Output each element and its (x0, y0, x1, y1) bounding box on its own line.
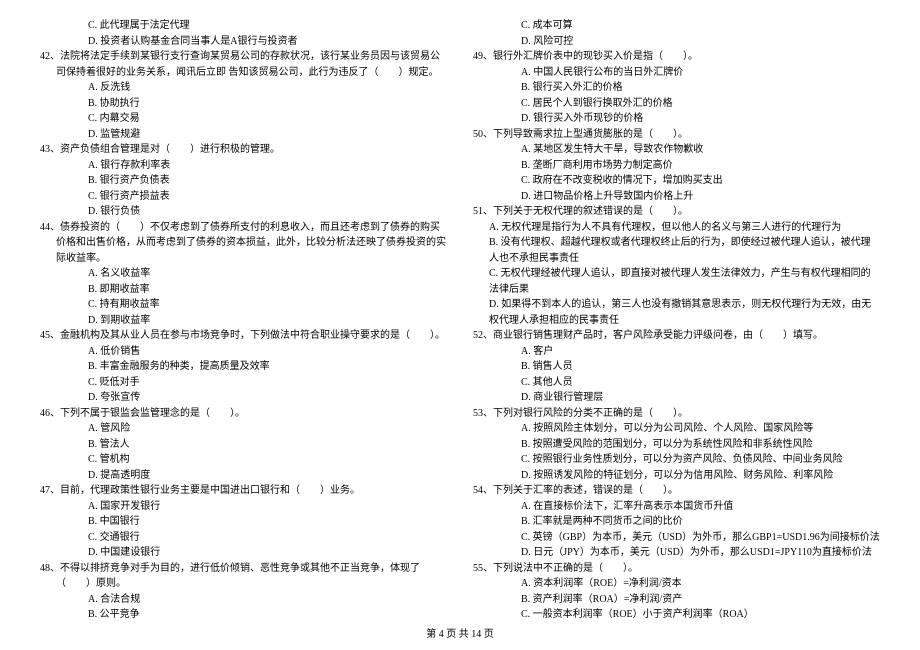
q45-option-c: C. 贬低对手 (40, 375, 447, 391)
q50-option-b: B. 垄断厂商利用市场势力制定高价 (473, 158, 880, 174)
q47-option-d: D. 中国建设银行 (40, 545, 447, 561)
q51-option-a: A. 无权代理是指行为人不具有代理权，但以他人的名义与第三人进行的代理行为 (473, 220, 880, 236)
q48-option-c: C. 成本可算 (473, 18, 880, 34)
q55-text: 55、下列说法中不正确的是（ ）。 (473, 561, 880, 577)
q53-option-a: A. 按照风险主体划分，可以分为公司风险、个人风险、国家风险等 (473, 421, 880, 437)
q52-option-b: B. 销售人员 (473, 359, 880, 375)
q50-option-d: D. 进口物品价格上升导致国内价格上升 (473, 189, 880, 205)
q44-option-b: B. 即期收益率 (40, 282, 447, 298)
q42-option-b: B. 协助执行 (40, 96, 447, 112)
q43-option-d: D. 银行负债 (40, 204, 447, 220)
two-column-layout: C. 此代理属于法定代理 D. 投资者认购基金合同当事人是A银行与投资者 42、… (40, 18, 880, 623)
q48-option-a: A. 合法合规 (40, 592, 447, 608)
q46-option-d: D. 提高透明度 (40, 468, 447, 484)
q45-text: 45、金融机构及其从业人员在参与市场竞争时，下列做法中符合职业操守要求的是（ ）… (40, 328, 447, 344)
q53-text: 53、下列对银行风险的分类不正确的是（ ）。 (473, 406, 880, 422)
q42-option-c: C. 内幕交易 (40, 111, 447, 127)
q49-option-c: C. 居民个人到银行换取外汇的价格 (473, 96, 880, 112)
q55-option-a: A. 资本利润率（ROE）=净利润/资本 (473, 576, 880, 592)
q48-option-b: B. 公平竞争 (40, 607, 447, 623)
q47-text: 47、目前，代理政策性银行业务主要是中国进出口银行和（ ）业务。 (40, 483, 447, 499)
q51-option-b: B. 没有代理权、超越代理权或者代理权终止后的行为，即使经过被代理人追认，被代理… (473, 235, 880, 266)
q41-option-c: C. 此代理属于法定代理 (40, 18, 447, 34)
left-column: C. 此代理属于法定代理 D. 投资者认购基金合同当事人是A银行与投资者 42、… (40, 18, 447, 623)
q54-text: 54、下列关于汇率的表述，错误的是（ ）。 (473, 483, 880, 499)
right-column: C. 成本可算 D. 风险可控 49、银行外汇牌价表中的现钞买入价是指（ ）。 … (473, 18, 880, 623)
q47-option-b: B. 中国银行 (40, 514, 447, 530)
q54-option-a: A. 在直接标价法下，汇率升高表示本国货币升值 (473, 499, 880, 515)
q49-text: 49、银行外汇牌价表中的现钞买入价是指（ ）。 (473, 49, 880, 65)
q49-option-d: D. 银行买入外币现钞的价格 (473, 111, 880, 127)
q48-option-d: D. 风险可控 (473, 34, 880, 50)
q52-option-c: C. 其他人员 (473, 375, 880, 391)
q42-option-a: A. 反洗钱 (40, 80, 447, 96)
q43-option-a: A. 银行存款利率表 (40, 158, 447, 174)
q51-text: 51、下列关于无权代理的叙述错误的是（ ）。 (473, 204, 880, 220)
q54-option-c: C. 英镑（GBP）为本币，美元（USD）为外币，那么GBP1=USD1.96为… (473, 530, 880, 546)
q54-option-d: D. 日元（JPY）为本币，美元（USD）为外币，那么USD1=JPY110为直… (473, 545, 880, 561)
q50-option-c: C. 政府在不改变税收的情况下，增加购买支出 (473, 173, 880, 189)
q44-option-a: A. 名义收益率 (40, 266, 447, 282)
q43-option-b: B. 银行资产负债表 (40, 173, 447, 189)
q53-option-b: B. 按照遭受风险的范围划分，可以分为系统性风险和非系统性风险 (473, 437, 880, 453)
q52-option-a: A. 客户 (473, 344, 880, 360)
q50-option-a: A. 某地区发生特大干旱，导致农作物歉收 (473, 142, 880, 158)
q46-option-c: C. 管机构 (40, 452, 447, 468)
q45-option-a: A. 低价销售 (40, 344, 447, 360)
q46-option-a: A. 管风险 (40, 421, 447, 437)
q46-option-b: B. 管法人 (40, 437, 447, 453)
q44-option-c: C. 持有期收益率 (40, 297, 447, 313)
q51-option-d: D. 如果得不到本人的追认，第三人也没有撤销其意思表示，则无权代理行为无效，由无… (473, 297, 880, 328)
q47-option-a: A. 国家开发银行 (40, 499, 447, 515)
q46-text: 46、下列不属于银监会监管理念的是（ ）。 (40, 406, 447, 422)
q44-text: 44、债券投资的（ ）不仅考虑到了债券所支付的利息收入，而且还考虑到了债券的购买… (40, 220, 447, 267)
q42-text: 42、法院将法定手续到某银行支行查询某贸易公司的存款状况，该行某业务员因与该贸易… (40, 49, 447, 80)
q43-text: 43、资产负债组合管理是对（ ）进行积极的管理。 (40, 142, 447, 158)
page-footer: 第 4 页 共 14 页 (0, 625, 920, 640)
q49-option-b: B. 银行买入外汇的价格 (473, 80, 880, 96)
q41-option-d: D. 投资者认购基金合同当事人是A银行与投资者 (40, 34, 447, 50)
q45-option-b: B. 丰富金融服务的种类，提高质量及效率 (40, 359, 447, 375)
q42-option-d: D. 监管规避 (40, 127, 447, 143)
q51-option-c: C. 无权代理经被代理人追认，即直接对被代理人发生法律效力，产生与有权代理相同的… (473, 266, 880, 297)
q43-option-c: C. 银行资产损益表 (40, 189, 447, 205)
q44-option-d: D. 到期收益率 (40, 313, 447, 329)
q47-option-c: C. 交通银行 (40, 530, 447, 546)
q45-option-d: D. 夸张宣传 (40, 390, 447, 406)
q52-text: 52、商业银行销售理财产品时，客户风险承受能力评级问卷，由（ ）填写。 (473, 328, 880, 344)
q49-option-a: A. 中国人民银行公布的当日外汇牌价 (473, 65, 880, 81)
q52-option-d: D. 商业银行管理层 (473, 390, 880, 406)
q48-text: 48、不得以排挤竞争对手为目的，进行低价倾销、恶性竞争或其他不正当竞争，体现了（… (40, 561, 447, 592)
q55-option-c: C. 一般资本利润率（ROE）小于资产利润率（ROA） (473, 607, 880, 623)
q54-option-b: B. 汇率就是两种不同货币之间的比价 (473, 514, 880, 530)
q55-option-b: B. 资产利润率（ROA）=净利润/资产 (473, 592, 880, 608)
q53-option-c: C. 按照银行业务性质划分，可以分为资产风险、负债风险、中间业务风险 (473, 452, 880, 468)
q53-option-d: D. 按照诱发风险的特征划分，可以分为信用风险、财务风险、利率风险 (473, 468, 880, 484)
q50-text: 50、下列导致需求拉上型通货膨胀的是（ ）。 (473, 127, 880, 143)
